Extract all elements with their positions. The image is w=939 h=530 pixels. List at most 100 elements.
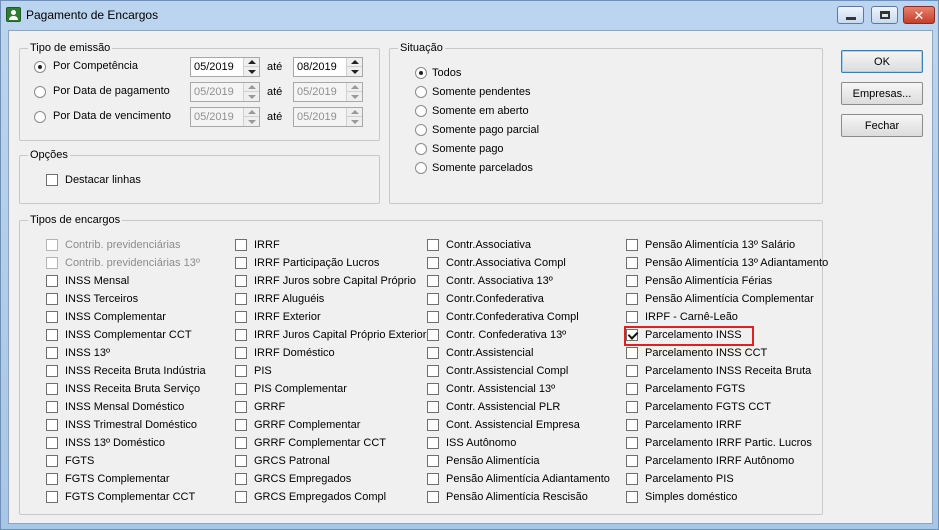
checkbox-box[interactable] [235, 293, 247, 305]
checkbox-box[interactable] [46, 174, 58, 186]
situacao-radio-somente-pago[interactable] [415, 143, 427, 155]
checkbox-box[interactable] [46, 455, 58, 467]
checkbox-box[interactable] [626, 383, 638, 395]
close-button[interactable]: ✕ [903, 6, 935, 24]
checkbox-box[interactable] [235, 275, 247, 287]
emissao-radio-por-competencia[interactable] [34, 61, 46, 73]
checkbox-box[interactable] [626, 329, 638, 341]
encargo-label: INSS Receita Bruta Indústria [65, 365, 206, 377]
checkbox-box[interactable] [235, 491, 247, 503]
checkbox-box[interactable] [46, 437, 58, 449]
date-from-1-arrows[interactable] [243, 58, 259, 76]
checkbox-box[interactable] [427, 257, 439, 269]
checkbox-box[interactable] [46, 473, 58, 485]
checkbox-box[interactable] [46, 383, 58, 395]
checkbox-box[interactable] [626, 347, 638, 359]
checkbox-box[interactable] [235, 311, 247, 323]
checkbox-box[interactable] [235, 419, 247, 431]
checkbox-box[interactable] [626, 365, 638, 377]
checkbox-box[interactable] [626, 311, 638, 323]
situacao-radio-somente-pago-parcial[interactable] [415, 124, 427, 136]
checkbox-box[interactable] [427, 401, 439, 413]
checkbox-box[interactable] [427, 239, 439, 251]
minimize-icon [845, 16, 856, 20]
empresas-button[interactable]: Empresas... [841, 82, 923, 105]
checkbox-box[interactable] [46, 365, 58, 377]
date-from-1[interactable]: 05/2019 [190, 57, 260, 77]
checkbox-box[interactable] [626, 455, 638, 467]
date-to-1-arrows[interactable] [346, 58, 362, 76]
spin-up-button[interactable] [347, 58, 362, 67]
checkbox-box[interactable] [427, 347, 439, 359]
checkbox-box[interactable] [46, 311, 58, 323]
situacao-label-somente-pago: Somente pago [432, 143, 504, 155]
checkbox-box[interactable] [427, 491, 439, 503]
checkbox-box[interactable] [235, 329, 247, 341]
checkbox-box[interactable] [235, 347, 247, 359]
window-title: Pagamento de Encargos [26, 8, 159, 22]
checkbox-box[interactable] [46, 419, 58, 431]
checkbox-box[interactable] [46, 293, 58, 305]
minimize-button[interactable] [837, 6, 864, 24]
checkbox-box[interactable] [46, 275, 58, 287]
spin-up-button[interactable] [244, 58, 259, 67]
checkbox-box[interactable] [235, 365, 247, 377]
fechar-button[interactable]: Fechar [841, 114, 923, 137]
checkbox-box[interactable] [235, 473, 247, 485]
emissao-radio-por-data-de-pagamento[interactable] [34, 86, 46, 98]
checkbox-box[interactable] [46, 347, 58, 359]
situacao-group: Situação Todos Somente pendentes Somente e… [389, 42, 823, 204]
checkbox-box[interactable] [626, 437, 638, 449]
checkbox-box[interactable] [427, 293, 439, 305]
checkbox-box[interactable] [235, 257, 247, 269]
checkbox-box[interactable] [235, 383, 247, 395]
checkbox-box[interactable] [235, 401, 247, 413]
date-to-1[interactable]: 08/2019 [293, 57, 363, 77]
situacao-radio-somente-pendentes[interactable] [415, 86, 427, 98]
encargo-parcelamento-inss[interactable]: Parcelamento INSS [624, 326, 754, 346]
checkbox-box[interactable] [427, 275, 439, 287]
checkbox-box[interactable] [427, 473, 439, 485]
spin-down-button[interactable] [347, 67, 362, 76]
checkbox-box[interactable] [626, 401, 638, 413]
checkbox-box[interactable] [46, 401, 58, 413]
encargo-label: Pensão Alimentícia Complementar [645, 293, 814, 305]
checkbox-box[interactable] [626, 257, 638, 269]
checkbox-box[interactable] [235, 455, 247, 467]
spin-down-button [347, 92, 362, 101]
checkbox-box[interactable] [626, 491, 638, 503]
situacao-label-somente-pago-parcial: Somente pago parcial [432, 124, 540, 136]
checkbox-box[interactable] [46, 329, 58, 341]
checkbox-box[interactable] [46, 491, 58, 503]
encargo-label: INSS 13º Doméstico [65, 437, 165, 449]
spin-down-button [347, 117, 362, 126]
situacao-radio-somente-parcelados[interactable] [415, 162, 427, 174]
checkbox-box[interactable] [235, 437, 247, 449]
spin-down-button[interactable] [244, 67, 259, 76]
ate-label: até [267, 111, 283, 123]
checkbox-box[interactable] [235, 239, 247, 251]
situacao-legend: Situação [398, 42, 445, 55]
encargo-label: IRPF - Carnê-Leão [645, 311, 738, 323]
checkbox-box[interactable] [427, 311, 439, 323]
checkbox-box[interactable] [427, 455, 439, 467]
ok-button[interactable]: OK [841, 50, 923, 73]
encargo-label: Pensão Alimentícia Rescisão [446, 491, 588, 503]
checkbox-box[interactable] [626, 239, 638, 251]
checkbox-box[interactable] [427, 437, 439, 449]
ate-label: até [267, 86, 283, 98]
situacao-radio-somente-em-aberto[interactable] [415, 105, 427, 117]
title-bar[interactable]: Pagamento de Encargos ✕ [1, 1, 938, 29]
checkbox-box[interactable] [626, 275, 638, 287]
checkbox-box[interactable] [427, 419, 439, 431]
checkbox-box[interactable] [427, 329, 439, 341]
checkbox-box[interactable] [427, 365, 439, 377]
tipo-emissao-group: Tipo de emissão Por Competência 05/2019 at… [19, 42, 380, 141]
checkbox-box[interactable] [626, 419, 638, 431]
checkbox-box[interactable] [427, 383, 439, 395]
situacao-radio-todos[interactable] [415, 67, 427, 79]
checkbox-box[interactable] [626, 293, 638, 305]
maximize-button[interactable] [871, 6, 898, 24]
checkbox-box[interactable] [626, 473, 638, 485]
emissao-radio-por-data-de-vencimento[interactable] [34, 111, 46, 123]
